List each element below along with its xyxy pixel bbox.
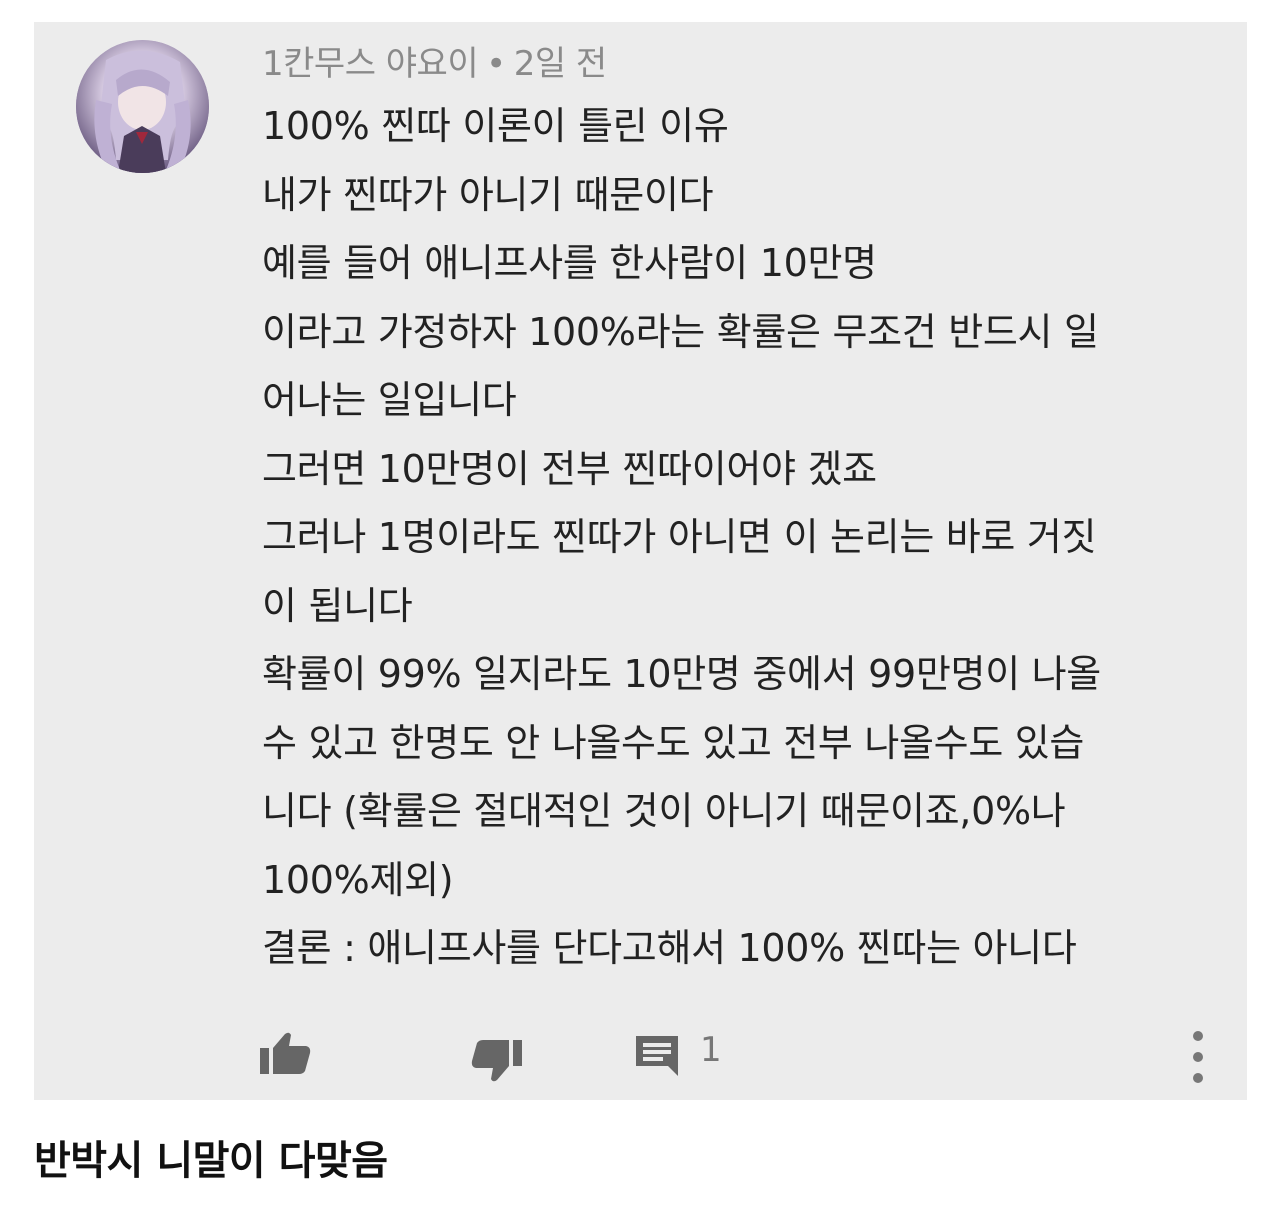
comment-meta: 1칸무스 야요이 • 2일 전 <box>262 36 607 85</box>
comment-line: 그러면 10만명이 전부 찐따이어야 겠죠 <box>262 446 877 491</box>
anime-avatar-image <box>76 40 209 173</box>
comment-body: 100% 찐따 이론이 틀린 이유 내가 찐따가 아니기 때문이다 예를 들어 … <box>262 92 1222 983</box>
comment-line: 이라고 가정하자 100%라는 확률은 무조건 반드시 일 <box>262 309 1099 354</box>
comment-icon[interactable] <box>634 1034 680 1078</box>
user-avatar[interactable] <box>76 40 209 173</box>
caption-text: 반박시 니말이 다맞음 <box>34 1138 388 1184</box>
comment-line: 내가 찐따가 아니기 때문이다 <box>262 172 714 217</box>
comment-line: 예를 들어 애니프사를 한사람이 10만명 <box>262 241 877 285</box>
comment-line: 니다 (확률은 절대적인 것이 아니기 때문이죠,0%나 <box>262 789 1066 833</box>
comment-line: 그러나 1명이라도 찐따가 아니면 이 논리는 바로 거짓 <box>262 515 1097 559</box>
meta-separator: • <box>486 44 506 84</box>
comment-actions: 1 <box>34 1012 1247 1092</box>
comment-card: 1칸무스 야요이 • 2일 전 100% 찐따 이론이 틀린 이유 내가 찐따가 아… <box>34 22 1247 1100</box>
comment-line: 이 됩니다 <box>262 583 413 628</box>
more-vertical-icon[interactable] <box>1186 1028 1210 1086</box>
author-name[interactable]: 1칸무스 야요이 <box>262 44 479 84</box>
comment-line: 100%제외) <box>262 857 454 902</box>
comment-line: 확률이 99% 일지라도 10만명 중에서 99만명이 나올 <box>262 652 1101 696</box>
comment-time: 2일 전 <box>513 44 608 84</box>
reply-count[interactable]: 1 <box>700 1030 722 1070</box>
comment-line: 100% 찐따 이론이 틀린 이유 <box>262 104 729 148</box>
comment-line: 결론 : 애니프사를 단다고해서 100% 찐따는 아니다 <box>262 926 1077 970</box>
thumbs-down-icon[interactable] <box>470 1038 524 1084</box>
thumbs-up-icon[interactable] <box>258 1030 312 1076</box>
comment-line: 수 있고 한명도 안 나올수도 있고 전부 나올수도 있습 <box>262 720 1085 765</box>
comment-line: 어나는 일입니다 <box>262 378 517 422</box>
